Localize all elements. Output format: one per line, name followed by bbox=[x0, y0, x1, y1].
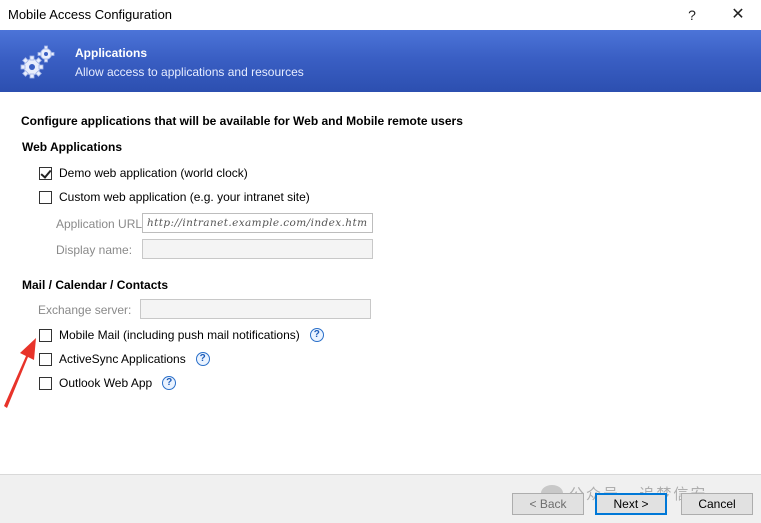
window-title: Mobile Access Configuration bbox=[8, 7, 173, 22]
display-name-field[interactable] bbox=[142, 239, 373, 259]
mail-calendar-contacts-heading: Mail / Calendar / Contacts bbox=[22, 278, 169, 292]
wizard-footer: 公众号 · 追梦信安 < Back Next > Cancel bbox=[0, 474, 761, 523]
mobile-mail-option[interactable]: Mobile Mail (including push mail notific… bbox=[39, 327, 324, 343]
mobile-mail-checkbox[interactable] bbox=[39, 328, 52, 342]
web-applications-heading: Web Applications bbox=[22, 140, 123, 154]
exchange-server-label: Exchange server: bbox=[38, 303, 132, 317]
demo-web-app-option[interactable]: Demo web application (world clock) bbox=[39, 165, 248, 181]
instruction-text: Configure applications that will be avai… bbox=[21, 114, 463, 128]
exchange-server-field[interactable] bbox=[140, 299, 371, 319]
banner-title: Applications bbox=[75, 46, 148, 60]
demo-web-app-checkbox[interactable] bbox=[39, 166, 52, 180]
mobile-mail-label: Mobile Mail (including push mail notific… bbox=[59, 328, 300, 342]
banner-subtitle: Allow access to applications and resourc… bbox=[75, 65, 304, 79]
outlook-web-app-option[interactable]: Outlook Web App ? bbox=[39, 375, 177, 391]
mobile-mail-help-icon[interactable]: ? bbox=[309, 328, 324, 342]
help-button[interactable]: ? bbox=[680, 4, 704, 26]
main-content: Configure applications that will be avai… bbox=[0, 92, 761, 474]
demo-web-app-label: Demo web application (world clock) bbox=[59, 166, 248, 180]
activesync-label: ActiveSync Applications bbox=[59, 352, 186, 366]
outlook-web-app-label: Outlook Web App bbox=[59, 376, 153, 390]
back-button[interactable]: < Back bbox=[512, 493, 584, 515]
title-bar: Mobile Access Configuration ? ✕ bbox=[0, 0, 761, 30]
application-url-label: Application URL: bbox=[56, 217, 146, 231]
activesync-option[interactable]: ActiveSync Applications ? bbox=[39, 351, 210, 367]
display-name-label: Display name: bbox=[56, 243, 133, 257]
close-button[interactable]: ✕ bbox=[726, 4, 750, 26]
next-button[interactable]: Next > bbox=[595, 493, 667, 515]
custom-web-app-checkbox[interactable] bbox=[39, 190, 52, 204]
cancel-button[interactable]: Cancel bbox=[681, 493, 753, 515]
custom-web-app-label: Custom web application (e.g. your intran… bbox=[59, 190, 310, 204]
activesync-help-icon[interactable]: ? bbox=[195, 352, 210, 366]
activesync-checkbox[interactable] bbox=[39, 352, 52, 366]
gears-icon bbox=[20, 45, 55, 79]
header-banner: Applications Allow access to application… bbox=[0, 30, 761, 92]
application-url-field[interactable]: http://intranet.example.com/index.htm bbox=[142, 213, 373, 233]
custom-web-app-option[interactable]: Custom web application (e.g. your intran… bbox=[39, 189, 310, 205]
outlook-web-app-checkbox[interactable] bbox=[39, 376, 52, 390]
outlook-web-app-help-icon[interactable]: ? bbox=[162, 376, 177, 390]
